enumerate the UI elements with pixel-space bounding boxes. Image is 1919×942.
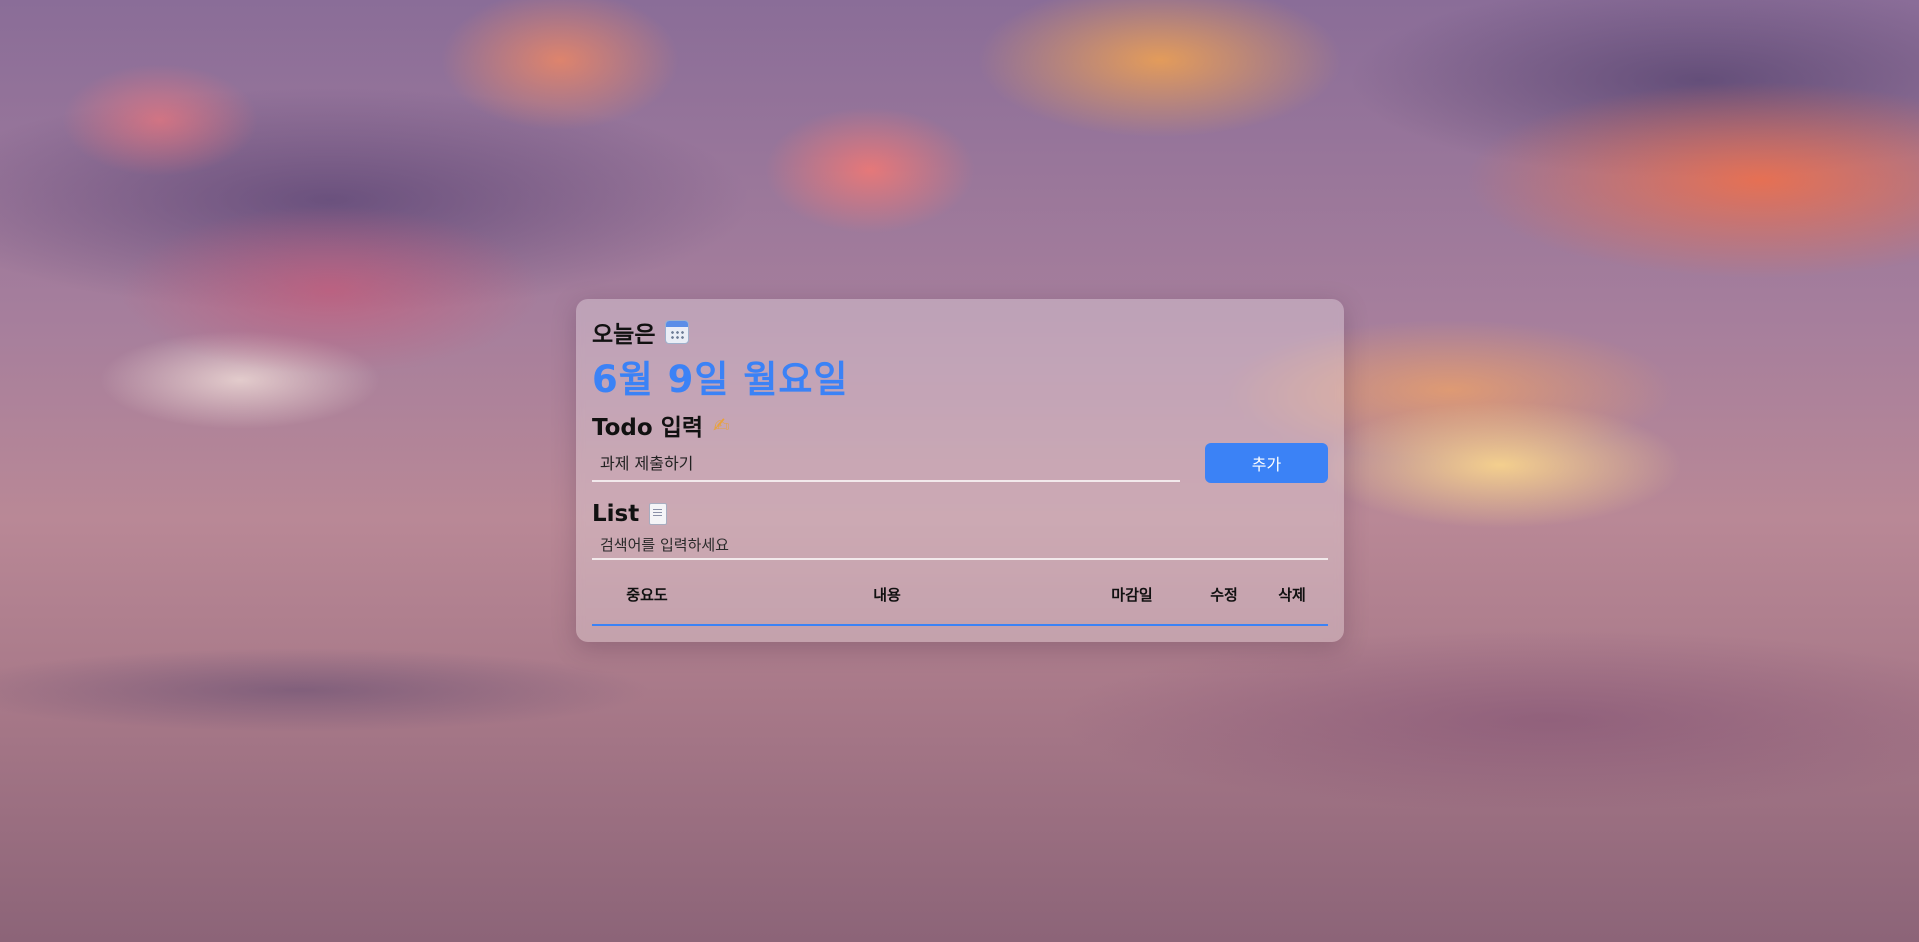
today-label: 오늘은 — [592, 322, 656, 348]
search-input[interactable] — [592, 532, 1328, 560]
column-header-edit: 수정 — [1210, 586, 1238, 604]
todo-table-header: 중요도 내용 마감일 수정 삭제 — [592, 571, 1328, 626]
column-header-content: 내용 — [873, 586, 901, 604]
todo-heading-label: Todo 입력 — [592, 415, 704, 441]
calendar-icon — [665, 320, 690, 344]
list-heading: List — [592, 501, 668, 527]
todo-input-heading: Todo 입력 ✍ — [592, 408, 730, 442]
writing-hand-icon: ✍ — [713, 413, 730, 437]
current-date: 6월 9일 월요일 — [592, 358, 849, 401]
column-header-delete: 삭제 — [1278, 586, 1306, 604]
add-button[interactable]: 추가 — [1205, 443, 1328, 483]
list-heading-label: List — [592, 501, 640, 527]
today-heading: 오늘은 — [592, 315, 690, 349]
document-icon — [649, 503, 668, 525]
column-header-due-date: 마감일 — [1111, 586, 1153, 604]
todo-card: 오늘은 6월 9일 월요일 Todo 입력 ✍ 추가 List 중요도 내용 마… — [576, 299, 1344, 642]
todo-input[interactable] — [592, 444, 1180, 482]
column-header-priority: 중요도 — [626, 586, 668, 604]
